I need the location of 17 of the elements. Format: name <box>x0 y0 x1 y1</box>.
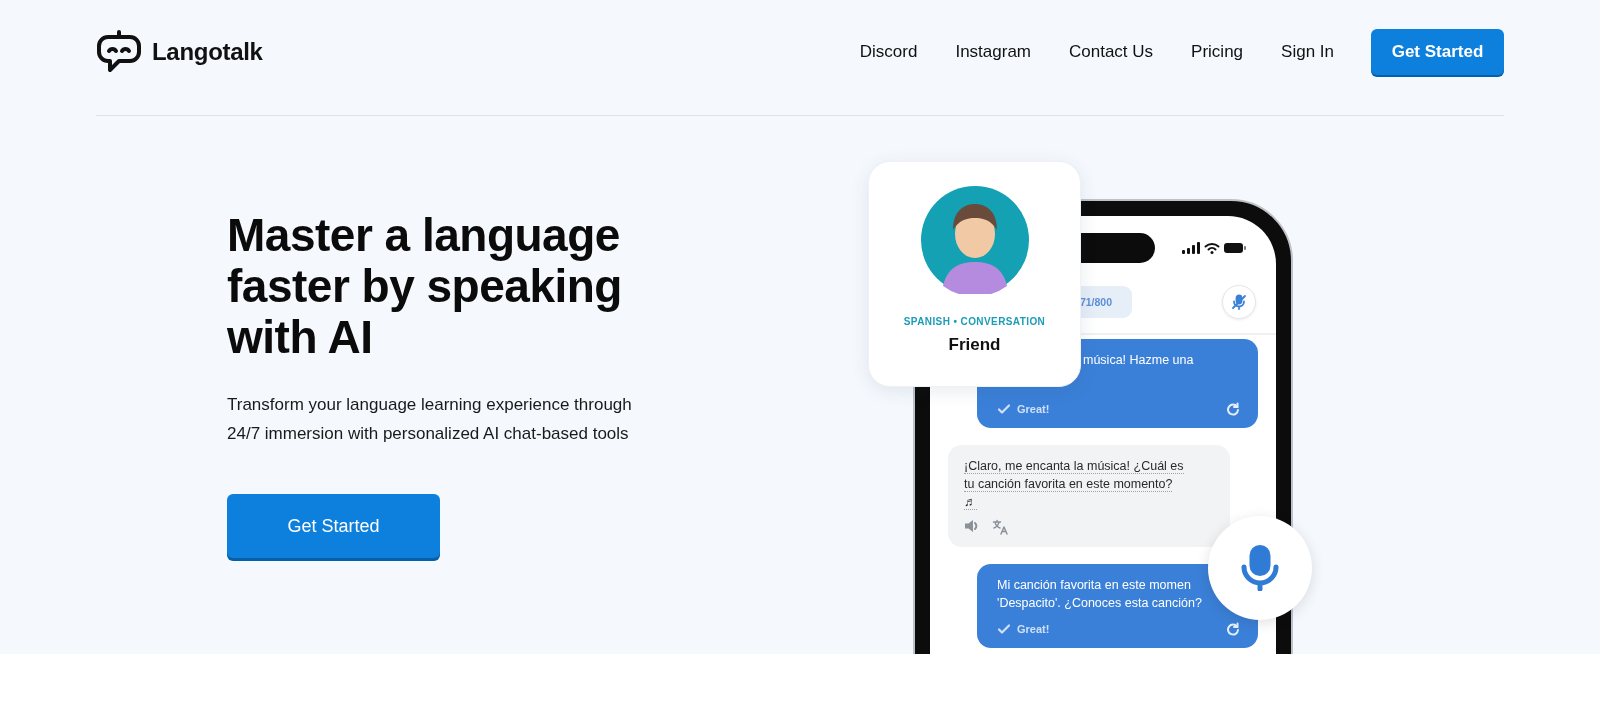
message-text: Mi canción favorita en este momen 'Despacito'. ¿Conoces esta canción? <box>997 577 1203 612</box>
get-started-button[interactable]: Get Started <box>1371 28 1504 75</box>
category-label: SPANISH • CONVERSATION <box>903 316 1046 327</box>
message-text: música! Hazme una <box>1082 352 1195 369</box>
nav-link[interactable]: Contact Us <box>1069 41 1154 62</box>
message-text: ¡Claro, me encanta la música! ¿Cuál es tu canción favorita en este momento? ♬ <box>964 458 1185 511</box>
nav-link[interactable]: Sign In <box>1281 41 1334 62</box>
hero-heading: Master a language faster by speaking with AI <box>227 210 623 363</box>
hero-subtitle: Transform your language learning experience through 24/7 immersion with personalized AI chat-based tools <box>227 394 633 445</box>
feedback-label: Great! <box>1017 622 1050 637</box>
brand-name: Langotalk <box>152 37 263 66</box>
nav-link[interactable]: Pricing <box>1191 41 1244 62</box>
nav-link[interactable]: Discord <box>859 41 918 62</box>
nav-link[interactable]: Instagram <box>955 41 1031 62</box>
get-started-button[interactable]: Get Started <box>227 494 440 558</box>
feedback-label: Great! <box>1017 402 1050 417</box>
character-name: Friend <box>948 335 1001 355</box>
